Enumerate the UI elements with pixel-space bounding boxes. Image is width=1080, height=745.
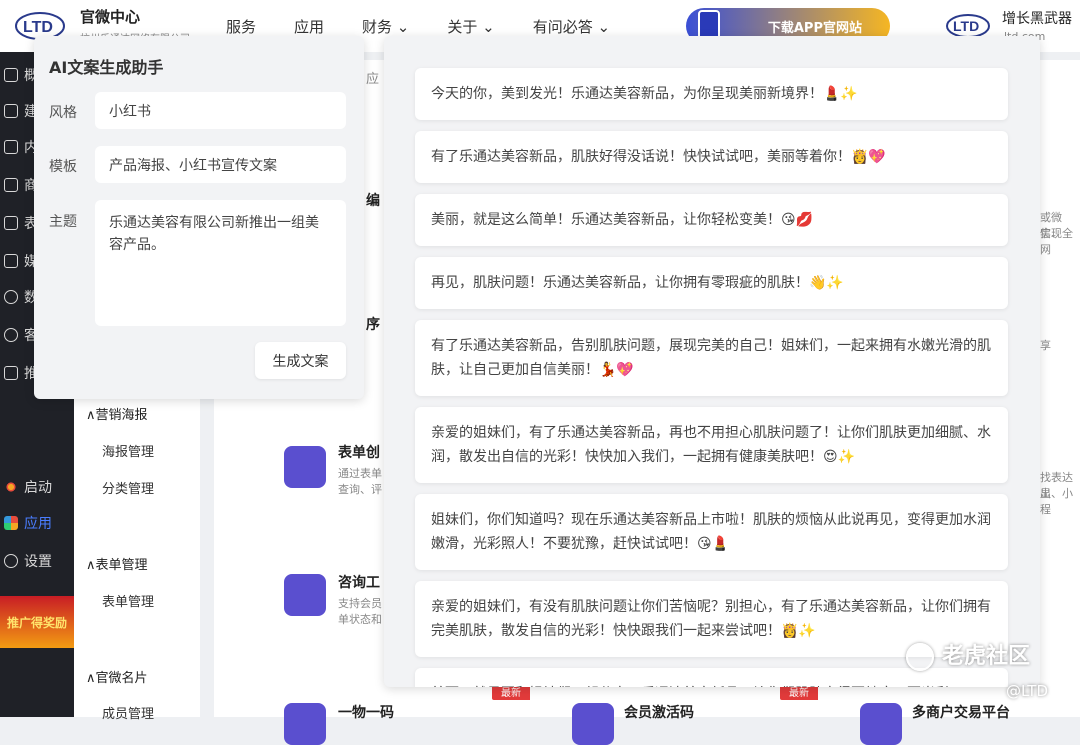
style-select[interactable]: 小红书	[95, 92, 346, 129]
subnav-item-poster-manage[interactable]: 海报管理	[102, 441, 154, 460]
gear-icon	[4, 554, 18, 568]
banner-label: 下载APP官网站	[767, 20, 862, 36]
multi-merchant-icon	[860, 703, 902, 745]
result-card[interactable]: 今天的你，美到发光！乐通达美容新品，为你呈现美丽新境界！💄✨	[415, 68, 1008, 120]
form-icon	[4, 216, 18, 230]
results-list: 今天的你，美到发光！乐通达美容新品，为你呈现美丽新境界！💄✨ 有了乐通达美容新品…	[415, 68, 1008, 687]
apps-icon	[4, 516, 18, 530]
tiger-community-icon	[906, 643, 934, 671]
nav-item-faq[interactable]: 有问必答 ⌄	[533, 16, 610, 37]
content-fragment: 实现全网	[1040, 227, 1073, 256]
subnav-group-form[interactable]: ∧表单管理	[86, 554, 148, 573]
topic-label: 主题	[49, 214, 77, 230]
result-card[interactable]: 姐妹们，你们知道吗？现在乐通达美容新品上市啦！肌肤的烦恼从此说再见，变得更加水润…	[415, 494, 1008, 570]
document-icon	[4, 140, 18, 154]
nav-item-about[interactable]: 关于 ⌄	[447, 16, 494, 37]
card-title[interactable]: 表单创	[338, 442, 380, 462]
ai-copy-generator-panel: AI文案生成助手 风格 小红书 模板 产品海报、小红书宣传文案 主题 乐通达美容…	[34, 36, 364, 399]
result-card[interactable]: 再见，肌肤问题！乐通达美容新品，让你拥有零瑕疵的肌肤！👋✨	[415, 257, 1008, 309]
panel-title: AI文案生成助手	[49, 58, 164, 77]
subnav-item-member[interactable]: 成员管理	[102, 703, 154, 722]
brand-name: 官微中心	[80, 8, 141, 26]
overview-icon	[4, 68, 18, 82]
result-card[interactable]: 美丽，就是这么简单！乐通达美容新品，让你轻松变美！😘💋	[415, 194, 1008, 246]
content-fragment: 享	[1040, 339, 1051, 352]
subnav-item-category[interactable]: 分类管理	[102, 478, 154, 497]
launch-icon	[4, 480, 18, 494]
generate-copy-button[interactable]: 生成文案	[255, 342, 346, 379]
result-card[interactable]: 有了乐通达美容新品，肌肤好得没话说！快快试试吧，美丽等着你！👸💖	[415, 131, 1008, 183]
card-title[interactable]: 多商户交易平台	[912, 702, 1010, 722]
nav-item-apps[interactable]: 应用	[294, 16, 324, 37]
card-title[interactable]: 咨询工	[338, 572, 380, 592]
result-card[interactable]: 亲爱的姐妹们，有了乐通达美容新品，再也不用担心肌肤问题了！让你们肌肤更加细腻、水…	[415, 407, 1008, 483]
template-select[interactable]: 产品海报、小红书宣传文案	[95, 146, 346, 183]
form-create-icon	[284, 446, 326, 488]
top-nav: 服务 应用 财务 ⌄ 关于 ⌄ 有问必答 ⌄	[226, 16, 648, 37]
card-title[interactable]: 会员激活码	[624, 702, 694, 722]
qr-code-icon	[284, 703, 326, 745]
content-fragment: 应	[366, 72, 380, 87]
chart-icon	[4, 290, 18, 304]
result-card[interactable]: 有了乐通达美容新品，告别肌肤问题，展现完美的自己！姐妹们，一起来拥有水嫩光滑的肌…	[415, 320, 1008, 396]
svg-text:LTD: LTD	[953, 18, 979, 34]
svg-text:LTD: LTD	[23, 19, 53, 36]
subnav-item-form-manage[interactable]: 表单管理	[102, 591, 154, 610]
card-title[interactable]: 一物一码	[338, 702, 394, 722]
template-label: 模板	[49, 159, 77, 175]
content-fragment: 编	[366, 193, 380, 209]
cart-icon	[4, 178, 18, 192]
topic-textarea[interactable]: 乐通达美容有限公司新推出一组美容产品。	[95, 200, 346, 326]
user-icon	[4, 328, 18, 342]
consult-tool-icon	[284, 574, 326, 616]
activation-code-icon	[572, 703, 614, 745]
watermark: 老虎社区	[906, 638, 1030, 671]
subnav-group-card[interactable]: ∧官微名片	[86, 667, 148, 686]
content-fragment: 序	[366, 317, 380, 333]
nav-item-finance[interactable]: 财务 ⌄	[362, 16, 409, 37]
nav-item-service[interactable]: 服务	[226, 16, 256, 37]
sidebar-item-apps[interactable]: 应用	[0, 508, 74, 538]
card-desc: 通过表单 查询、评	[338, 467, 382, 496]
home-icon	[4, 104, 18, 118]
link-icon	[4, 366, 18, 380]
promo-banner[interactable]: 推广得奖励	[0, 596, 74, 648]
subnav-group-poster[interactable]: ∧营销海报	[86, 404, 148, 423]
media-icon	[4, 254, 18, 268]
brand-secondary-name: 增长黑武器	[1002, 11, 1072, 27]
sidebar-item-launch[interactable]: 启动	[0, 472, 74, 502]
content-fragment: 出、小程	[1040, 487, 1073, 516]
generated-results-panel: 今天的你，美到发光！乐通达美容新品，为你呈现美丽新境界！💄✨ 有了乐通达美容新品…	[384, 36, 1040, 687]
card-desc: 支持会员 单状态和	[338, 597, 382, 626]
watermark-handle: @LTD	[1006, 682, 1049, 700]
style-label: 风格	[49, 105, 77, 121]
sidebar-item-settings[interactable]: 设置	[0, 546, 74, 576]
